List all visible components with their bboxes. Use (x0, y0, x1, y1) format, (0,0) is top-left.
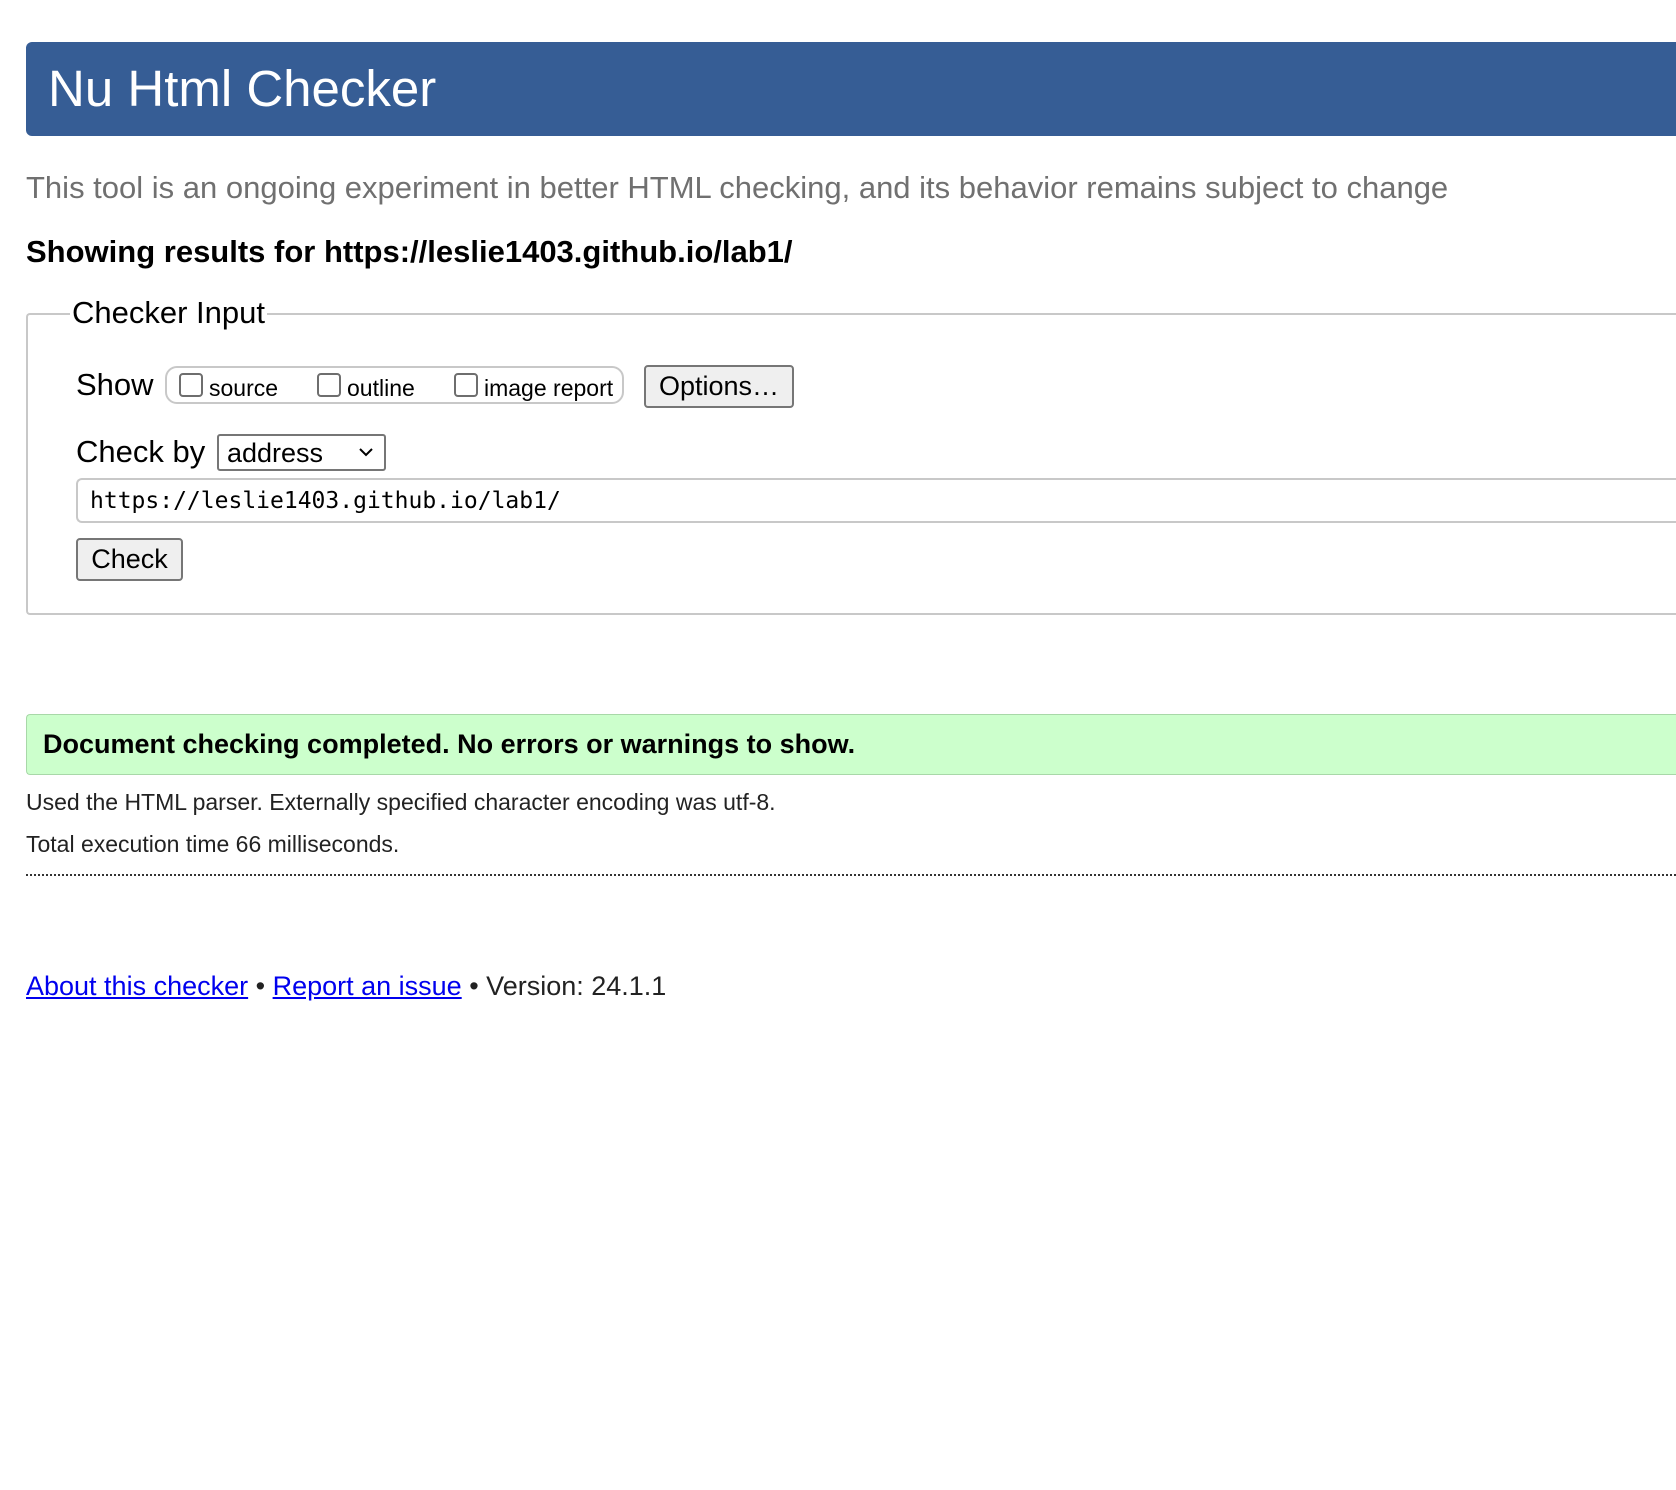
source-checkbox-label[interactable]: source (209, 375, 278, 401)
about-checker-link[interactable]: About this checker (26, 971, 248, 1001)
parser-info: Used the HTML parser. Externally specifi… (26, 789, 776, 815)
image-report-checkbox[interactable] (454, 373, 478, 397)
image-report-checkbox-label[interactable]: image report (484, 375, 613, 401)
success-message: Document checking completed. No errors o… (26, 714, 1676, 775)
header-bar: Nu Html Checker (26, 42, 1676, 136)
outline-checkbox[interactable] (317, 373, 341, 397)
dotted-divider (26, 874, 1676, 876)
checker-input-fieldset: Checker Input Show source outline image … (26, 293, 1676, 615)
show-label: Show (76, 367, 154, 402)
check-by-select-value: address (227, 438, 324, 468)
page: Nu Html Checker This tool is an ongoing … (0, 0, 1676, 1490)
execution-time: Total execution time 66 milliseconds. (26, 831, 400, 857)
source-checkbox[interactable] (179, 373, 203, 397)
check-button[interactable]: Check (76, 538, 183, 581)
report-issue-link[interactable]: Report an issue (273, 971, 462, 1001)
footer: About this checker • Report an issue • V… (26, 971, 666, 1002)
outline-checkbox-label[interactable]: outline (347, 375, 415, 401)
check-by-label: Check by (76, 434, 206, 469)
version-text: Version: 24.1.1 (486, 971, 667, 1001)
chevron-down-icon (359, 448, 373, 457)
checker-input-legend: Checker Input (70, 293, 267, 333)
options-button[interactable]: Options… (644, 365, 794, 408)
check-by-select[interactable]: address (217, 434, 386, 471)
intro-text: This tool is an ongoing experiment in be… (26, 170, 1449, 205)
footer-separator-2: • (461, 971, 487, 1001)
results-heading: Showing results for https://leslie1403.g… (26, 234, 793, 269)
page-title: Nu Html Checker (48, 60, 437, 117)
show-options-group: source outline image report (165, 366, 624, 404)
url-input[interactable] (76, 478, 1676, 523)
footer-separator: • (248, 971, 273, 1001)
